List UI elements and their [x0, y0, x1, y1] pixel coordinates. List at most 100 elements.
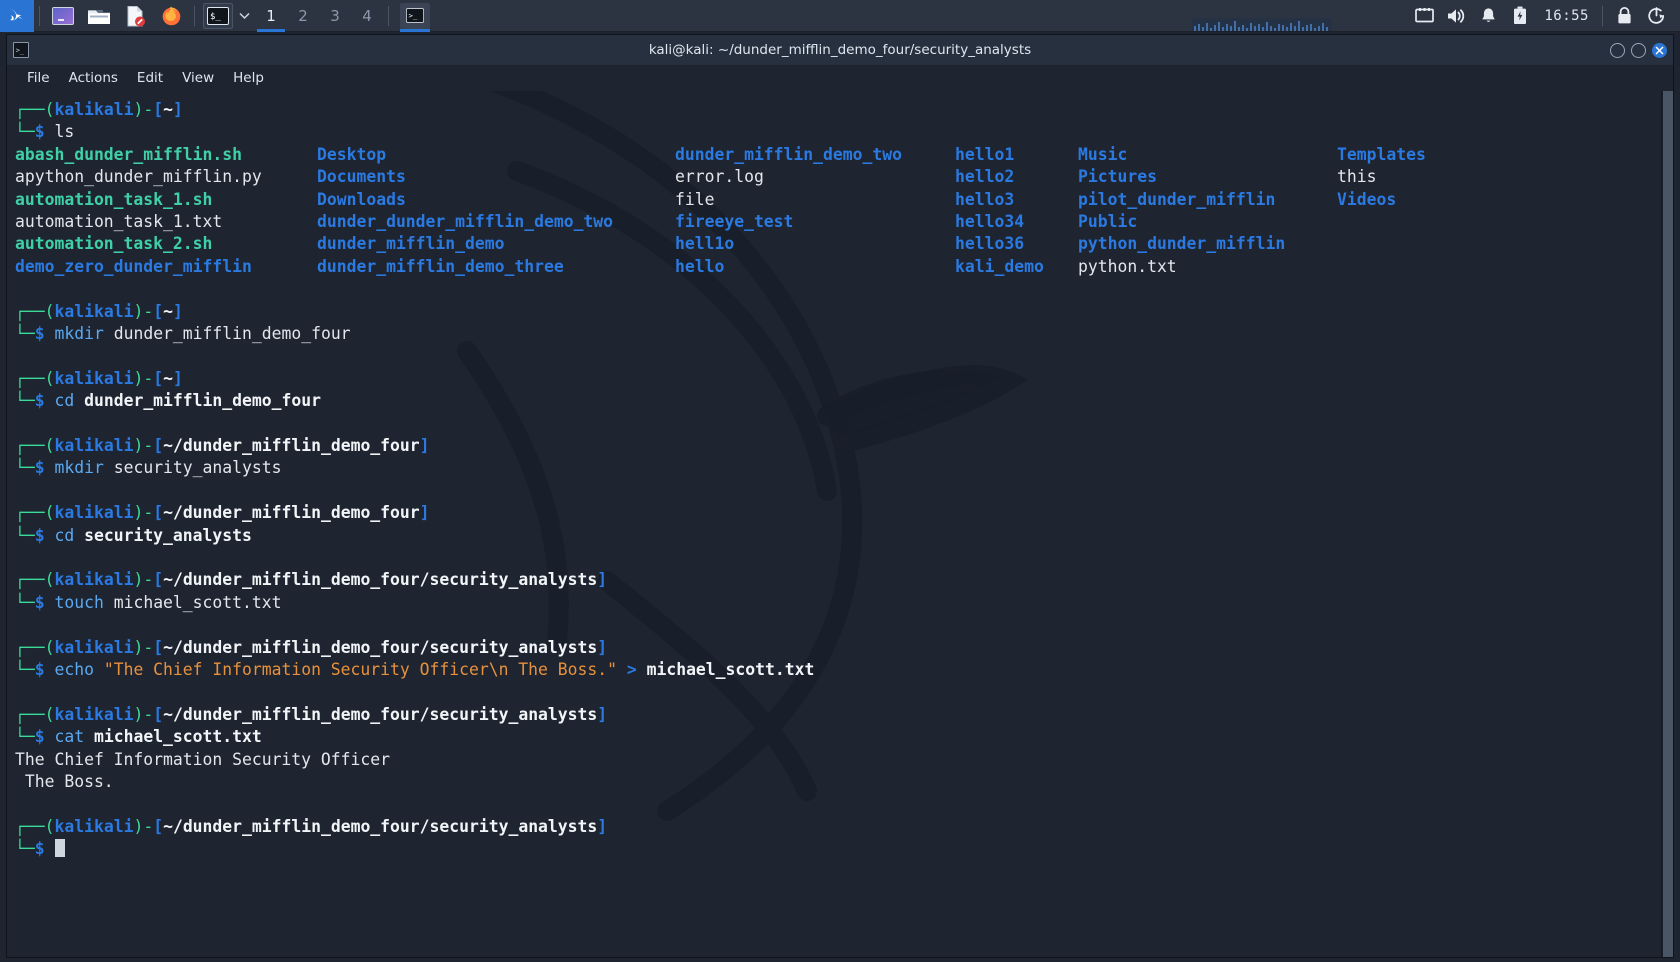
window-titlebar[interactable]: >_ kali@kali: ~/dunder_mifflin_demo_four… [7, 35, 1673, 65]
workspace-switcher-glyph [52, 7, 74, 25]
prompt-line-top: ┌──(kali㈟kali)-[~] [15, 99, 1661, 121]
ls-output-row: apython_dunder_mifflin.py Documents error.… [15, 166, 1661, 188]
menu-view[interactable]: View [174, 68, 222, 88]
system-tray: 16:55 [1408, 0, 1680, 32]
workspace-4-button[interactable]: 4 [351, 0, 383, 32]
terminal-scrollbar[interactable] [1661, 91, 1673, 957]
ls-entry: hello [675, 256, 955, 278]
prompt-line-top: ┌──(kali㈟kali)-[~/dunder_mifflin_demo_fo… [15, 816, 1661, 838]
terminal-icon: $_ [207, 7, 229, 25]
speaker-glyph [1446, 7, 1466, 25]
file-manager-icon[interactable] [81, 0, 117, 32]
prompt-line-active[interactable]: └─$ [15, 838, 1661, 860]
system-monitor-graph [1192, 18, 1332, 31]
menu-file[interactable]: File [19, 68, 58, 88]
terminal-body: ┌──(kali㈟kali)-[~] └─$ ls abash_dunder_mif… [7, 91, 1673, 957]
close-button[interactable] [1652, 43, 1667, 58]
menu-bar: File Actions Edit View Help [7, 65, 1673, 91]
ls-entry: Public [1078, 211, 1337, 233]
prompt-line-command: └─$ touch michael_scott.txt [15, 592, 1661, 614]
workspace-1-button[interactable]: 1 [255, 0, 287, 32]
ls-entry: automation_task_1.sh [15, 189, 317, 211]
blank-line [15, 681, 1661, 703]
terminal-chevron-down-icon[interactable] [233, 0, 255, 32]
chevron-down-glyph [239, 12, 250, 20]
prompt-line-top: ┌──(kali㈟kali)-[~] [15, 301, 1661, 323]
ls-entry: demo_zero_dunder_mifflin [15, 256, 317, 278]
clock[interactable]: 16:55 [1536, 8, 1597, 24]
text-editor-icon[interactable] [117, 0, 153, 32]
ethernet-glyph [1415, 7, 1434, 24]
ls-entry: file [675, 189, 955, 211]
ls-entry: kali_demo [955, 256, 1078, 278]
kali-menu-button[interactable] [0, 0, 34, 32]
kali-dragon-icon [5, 4, 29, 28]
ls-entry: automation_task_1.txt [15, 211, 317, 233]
menu-help[interactable]: Help [225, 68, 272, 88]
workspace-switcher-icon[interactable] [45, 0, 81, 32]
window-terminal-icon: >_ [7, 42, 35, 58]
svg-text:$_: $_ [210, 12, 221, 22]
close-icon [1655, 46, 1664, 55]
ls-entry: python.txt [1078, 256, 1337, 278]
prompt-line-top: ┌──(kali㈟kali)-[~/dunder_mifflin_demo_fo… [15, 435, 1661, 457]
menu-edit[interactable]: Edit [129, 68, 171, 88]
workspace-3-button[interactable]: 3 [319, 0, 351, 32]
firefox-icon[interactable] [153, 0, 189, 32]
prompt-line-top: ┌──(kali㈟kali)-[~] [15, 368, 1661, 390]
blank-line [15, 480, 1661, 502]
prompt-line-command: └─$ mkdir dunder_mifflin_demo_four [15, 323, 1661, 345]
ls-entry: Documents [317, 166, 675, 188]
ls-entry: hell1o [675, 233, 955, 255]
notification-bell-icon[interactable] [1472, 7, 1504, 25]
ls-entry: hello2 [955, 166, 1078, 188]
ls-entry: fireeye_test [675, 211, 955, 233]
ls-entry: Desktop [317, 144, 675, 166]
terminal-launcher-button[interactable]: $_ [203, 3, 233, 29]
terminal-screen[interactable]: ┌──(kali㈟kali)-[~] └─$ ls abash_dunder_mif… [7, 91, 1661, 957]
ls-entry: Templates [1337, 144, 1661, 166]
blank-line [15, 345, 1661, 367]
panel-divider-2 [194, 6, 195, 26]
panel-divider-1 [39, 6, 40, 26]
ls-entry: dunder_mifflin_demo_three [317, 256, 675, 278]
menu-actions[interactable]: Actions [61, 68, 126, 88]
ls-entry: pilot_dunder_mifflin [1078, 189, 1337, 211]
prompt-line-top: ┌──(kali㈟kali)-[~/dunder_mifflin_demo_fo… [15, 637, 1661, 659]
svg-text:>_: >_ [408, 11, 417, 20]
maximize-button[interactable] [1631, 43, 1646, 58]
blank-line [15, 278, 1661, 300]
lock-screen-icon[interactable] [1608, 6, 1640, 25]
ls-entry: python_dunder_mifflin [1078, 233, 1337, 255]
text-cursor [55, 839, 65, 857]
workspace-2-button[interactable]: 2 [287, 0, 319, 32]
prompt-line-command: └─$ cat michael_scott.txt [15, 726, 1661, 748]
document-glyph [124, 5, 146, 27]
terminal-window: >_ kali@kali: ~/dunder_mifflin_demo_four… [6, 34, 1674, 958]
ls-entry: hello34 [955, 211, 1078, 233]
ls-entry: dunder_dunder_mifflin_demo_two [317, 211, 675, 233]
prompt-line-command: └─$ echo "The Chief Information Security… [15, 659, 1661, 681]
ls-entry: abash_dunder_mifflin.sh [15, 144, 317, 166]
minimize-button[interactable] [1610, 43, 1625, 58]
window-title: kali@kali: ~/dunder_mifflin_demo_four/se… [7, 42, 1673, 58]
blank-line [15, 614, 1661, 636]
logout-glyph [1647, 6, 1666, 25]
svg-text:>_: >_ [16, 46, 25, 55]
lock-glyph [1616, 6, 1633, 25]
network-icon[interactable] [1408, 7, 1440, 24]
ls-entry: Videos [1337, 189, 1661, 211]
ls-entry: apython_dunder_mifflin.py [15, 166, 317, 188]
ls-entry: Music [1078, 144, 1337, 166]
log-out-icon[interactable] [1640, 6, 1672, 25]
ls-entry: hello36 [955, 233, 1078, 255]
blank-line [15, 793, 1661, 815]
ls-entry: Downloads [317, 189, 675, 211]
taskbar-terminal-button[interactable]: >_ [400, 3, 430, 29]
battery-icon[interactable] [1504, 6, 1536, 25]
volume-icon[interactable] [1440, 7, 1472, 25]
cat-output-line: The Boss. [15, 771, 1661, 793]
scrollbar-thumb[interactable] [1663, 91, 1673, 957]
ls-entry: automation_task_2.sh [15, 233, 317, 255]
window-controls [1610, 35, 1667, 65]
